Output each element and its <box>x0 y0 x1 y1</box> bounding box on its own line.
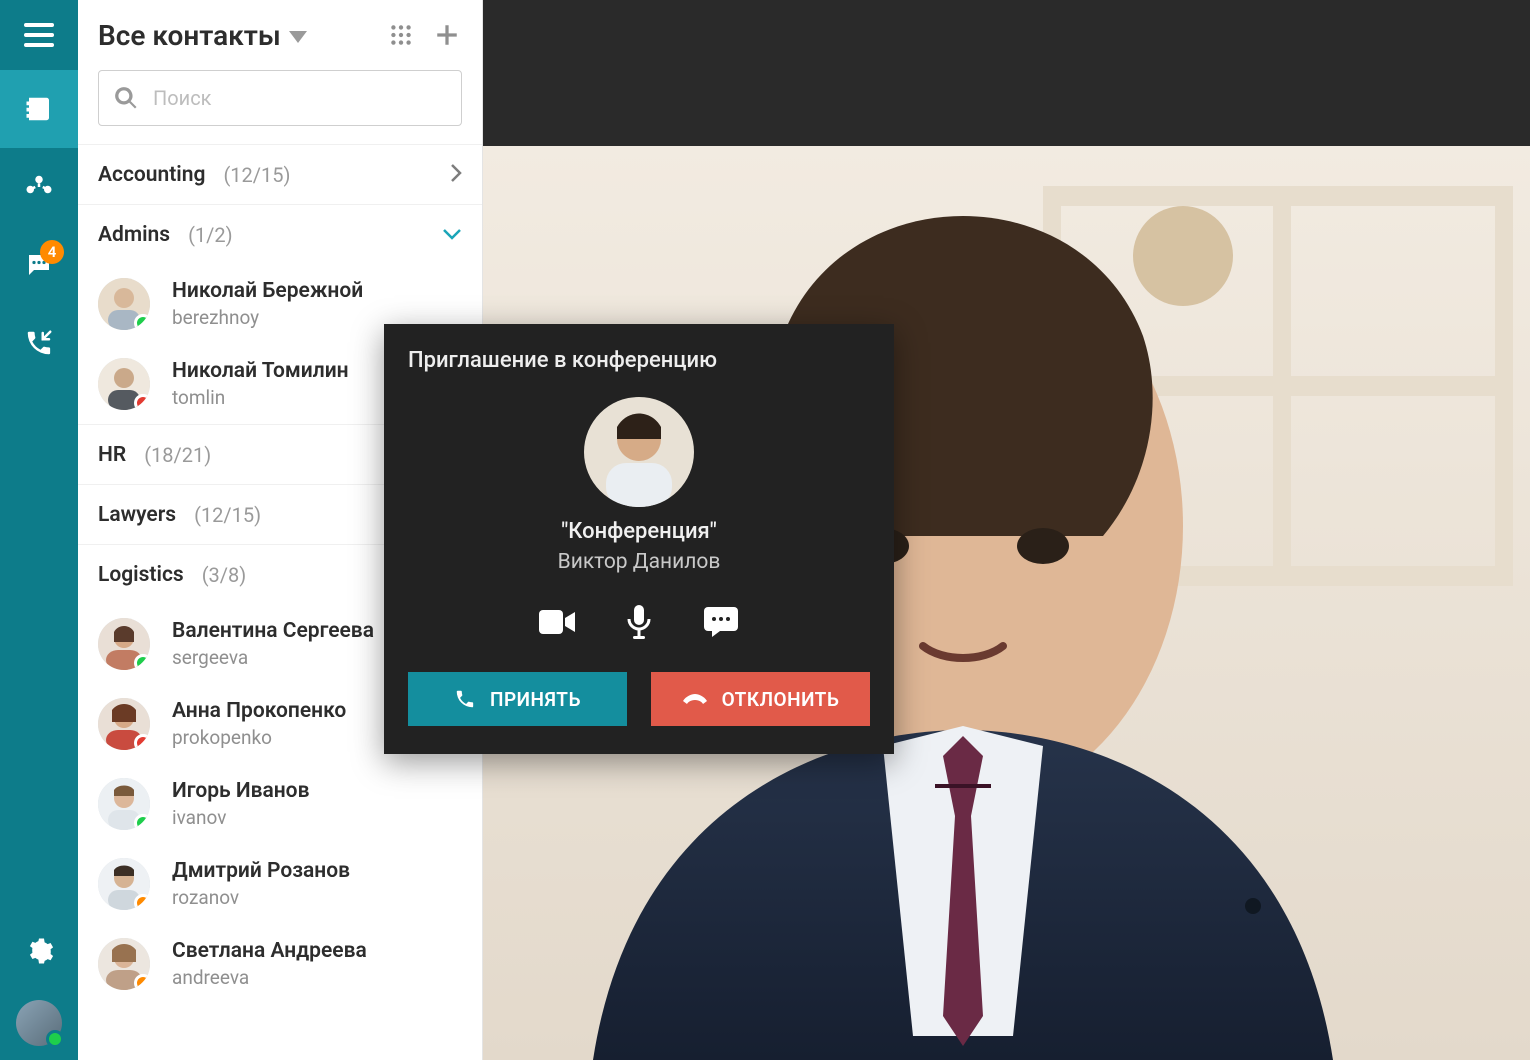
contact-name: Светлана Андреева <box>172 939 367 964</box>
current-user-status-online <box>46 1030 64 1048</box>
avatar <box>98 618 150 670</box>
group-count: (12/15) <box>223 163 290 187</box>
avatar <box>98 278 150 330</box>
search-icon <box>113 85 139 111</box>
dialpad-icon <box>388 22 414 48</box>
nav-conferences[interactable] <box>0 148 78 226</box>
contact-login: andreeva <box>172 966 367 989</box>
invite-conference-name: "Конференция" <box>408 519 870 544</box>
avatar <box>98 778 150 830</box>
chat-badge: 4 <box>40 240 64 264</box>
toggle-mic-button[interactable] <box>619 602 659 642</box>
current-user-avatar[interactable] <box>16 1000 62 1046</box>
group-count: (1/2) <box>188 223 233 247</box>
nav-settings[interactable] <box>0 912 78 990</box>
address-book-icon <box>24 94 54 124</box>
contact-login: berezhnoy <box>172 306 363 329</box>
decline-label: ОТКЛОНИТЬ <box>722 688 840 711</box>
contact-login: rozanov <box>172 886 350 909</box>
contacts-title-chevron-icon[interactable] <box>289 28 307 47</box>
toggle-camera-button[interactable] <box>537 602 577 642</box>
avatar <box>98 938 150 990</box>
avatar <box>98 698 150 750</box>
hamburger-icon <box>24 23 54 47</box>
decline-call-button[interactable]: ОТКЛОНИТЬ <box>651 672 870 726</box>
status-online <box>134 654 150 670</box>
toggle-chat-button[interactable] <box>701 602 741 642</box>
contact-row[interactable]: Дмитрий Розанов rozanov <box>78 844 482 924</box>
nav-chat[interactable]: 4 <box>0 226 78 304</box>
nav-rail: 4 <box>0 0 78 1060</box>
conference-invite-dialog: Приглашение в конференцию "Конференция" … <box>384 324 894 754</box>
nav-contacts[interactable] <box>0 70 78 148</box>
contact-login: tomlin <box>172 386 349 409</box>
menu-button[interactable] <box>0 0 78 70</box>
group-name: Logistics <box>98 563 184 587</box>
group-count: (18/21) <box>144 443 211 467</box>
contacts-title[interactable]: Все контакты <box>98 19 281 52</box>
accept-label: ПРИНЯТЬ <box>490 688 581 711</box>
contact-name: Игорь Иванов <box>172 779 309 804</box>
contact-login: ivanov <box>172 806 309 829</box>
contact-name: Валентина Сергеева <box>172 619 374 644</box>
contact-row[interactable]: Игорь Иванов ivanov <box>78 764 482 844</box>
chat-bubble-icon <box>704 607 738 637</box>
accept-call-button[interactable]: ПРИНЯТЬ <box>408 672 627 726</box>
group-accounting[interactable]: Accounting (12/15) <box>78 144 482 204</box>
search-field[interactable] <box>98 70 462 126</box>
group-name: Lawyers <box>98 503 176 527</box>
phone-icon <box>454 688 476 710</box>
contact-name: Николай Бережной <box>172 279 363 304</box>
dialpad-button[interactable] <box>378 12 424 58</box>
add-contact-button[interactable] <box>424 12 470 58</box>
nav-calls[interactable] <box>0 304 78 382</box>
status-busy <box>134 734 150 750</box>
contact-row[interactable]: Светлана Андреева andreeva <box>78 924 482 1004</box>
incoming-call-icon <box>24 328 54 358</box>
group-name: HR <box>98 443 126 467</box>
gear-icon <box>24 936 54 966</box>
group-name: Accounting <box>98 163 205 187</box>
video-topbar <box>483 0 1530 146</box>
phone-hangup-icon <box>682 688 708 710</box>
status-away <box>134 974 150 990</box>
contact-name: Николай Томилин <box>172 359 349 384</box>
invite-title: Приглашение в конференцию <box>408 348 870 373</box>
search-input[interactable] <box>153 86 447 110</box>
group-count: (12/15) <box>194 503 261 527</box>
avatar <box>98 358 150 410</box>
video-camera-icon <box>539 608 575 636</box>
group-icon <box>24 172 54 202</box>
avatar <box>98 858 150 910</box>
group-name: Admins <box>98 223 170 247</box>
status-away <box>134 894 150 910</box>
contact-login: prokopenko <box>172 726 346 749</box>
status-busy <box>134 394 150 410</box>
microphone-icon <box>627 605 651 639</box>
status-online <box>134 814 150 830</box>
chevron-down-icon <box>442 225 462 244</box>
contact-name: Анна Прокопенко <box>172 699 346 724</box>
invite-caller-avatar <box>584 397 694 507</box>
contact-name: Дмитрий Розанов <box>172 859 350 884</box>
contact-login: sergeeva <box>172 646 374 669</box>
invite-caller-name: Виктор Данилов <box>408 550 870 574</box>
chevron-right-icon <box>450 163 462 187</box>
group-count: (3/8) <box>202 563 247 587</box>
status-online <box>134 314 150 330</box>
group-admins[interactable]: Admins (1/2) <box>78 204 482 264</box>
plus-icon <box>434 22 460 48</box>
